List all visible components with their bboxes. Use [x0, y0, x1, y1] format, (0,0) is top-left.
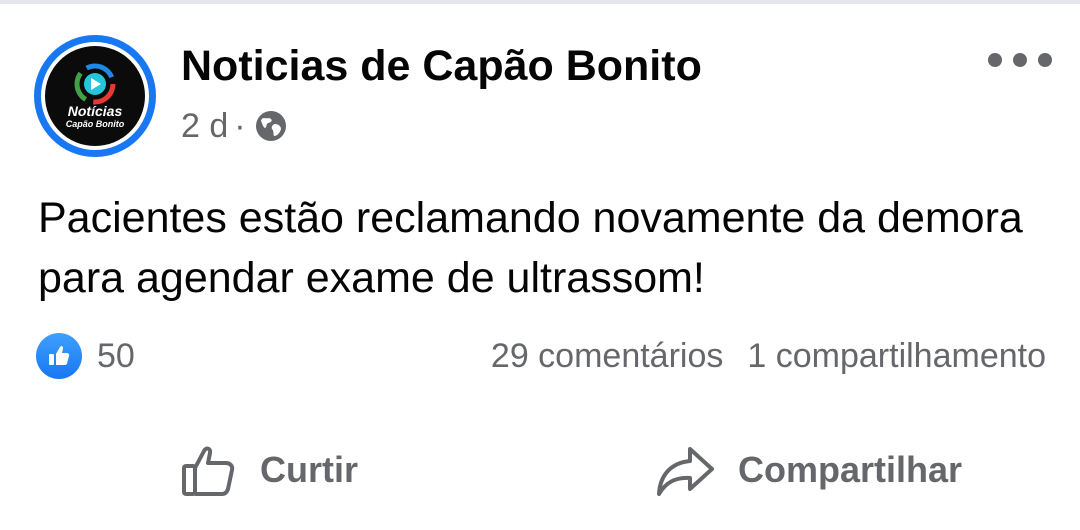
post-text: Pacientes estão reclamando novamente da … — [38, 194, 1023, 302]
post-stats: 50 29 comentários 1 compartilhamento — [36, 333, 1046, 379]
thumbs-up-outline-icon — [182, 446, 235, 496]
svg-text:Capão Bonito: Capão Bonito — [66, 119, 125, 129]
comments-count[interactable]: 29 comentários — [491, 337, 723, 375]
page-name[interactable]: Noticias de Capão Bonito — [181, 42, 702, 90]
page-logo: Notícias Capão Bonito — [45, 46, 145, 146]
page-avatar[interactable]: Notícias Capão Bonito — [34, 35, 156, 157]
shares-count[interactable]: 1 compartilhamento — [747, 337, 1046, 375]
play-logo-icon: Notícias Capão Bonito — [66, 63, 125, 129]
like-label: Curtir — [260, 449, 358, 490]
post-actions: Curtir Compartilhar — [0, 430, 1080, 510]
thumbs-up-icon — [49, 346, 70, 365]
share-arrow-icon — [657, 447, 714, 496]
reaction-count[interactable]: 50 — [97, 336, 135, 376]
more-options-button[interactable] — [988, 46, 1052, 74]
share-button[interactable]: Compartilhar — [654, 430, 962, 510]
top-divider — [0, 0, 1080, 4]
avatar-ring: Notícias Capão Bonito — [41, 42, 149, 150]
share-label: Compartilhar — [738, 449, 963, 490]
post-time[interactable]: 2 d — [181, 106, 228, 146]
more-dot — [988, 53, 1002, 67]
meta-separator: · — [234, 107, 246, 145]
svg-text:Notícias: Notícias — [68, 103, 123, 119]
engagement-stats: 29 comentários 1 compartilhamento — [491, 336, 1046, 376]
post-meta: 2 d · — [181, 106, 288, 146]
more-dot — [1038, 53, 1052, 67]
globe-icon[interactable] — [254, 109, 288, 143]
like-reaction-icon[interactable] — [36, 333, 82, 379]
like-button[interactable]: Curtir — [180, 430, 358, 510]
more-dot — [1013, 53, 1027, 67]
